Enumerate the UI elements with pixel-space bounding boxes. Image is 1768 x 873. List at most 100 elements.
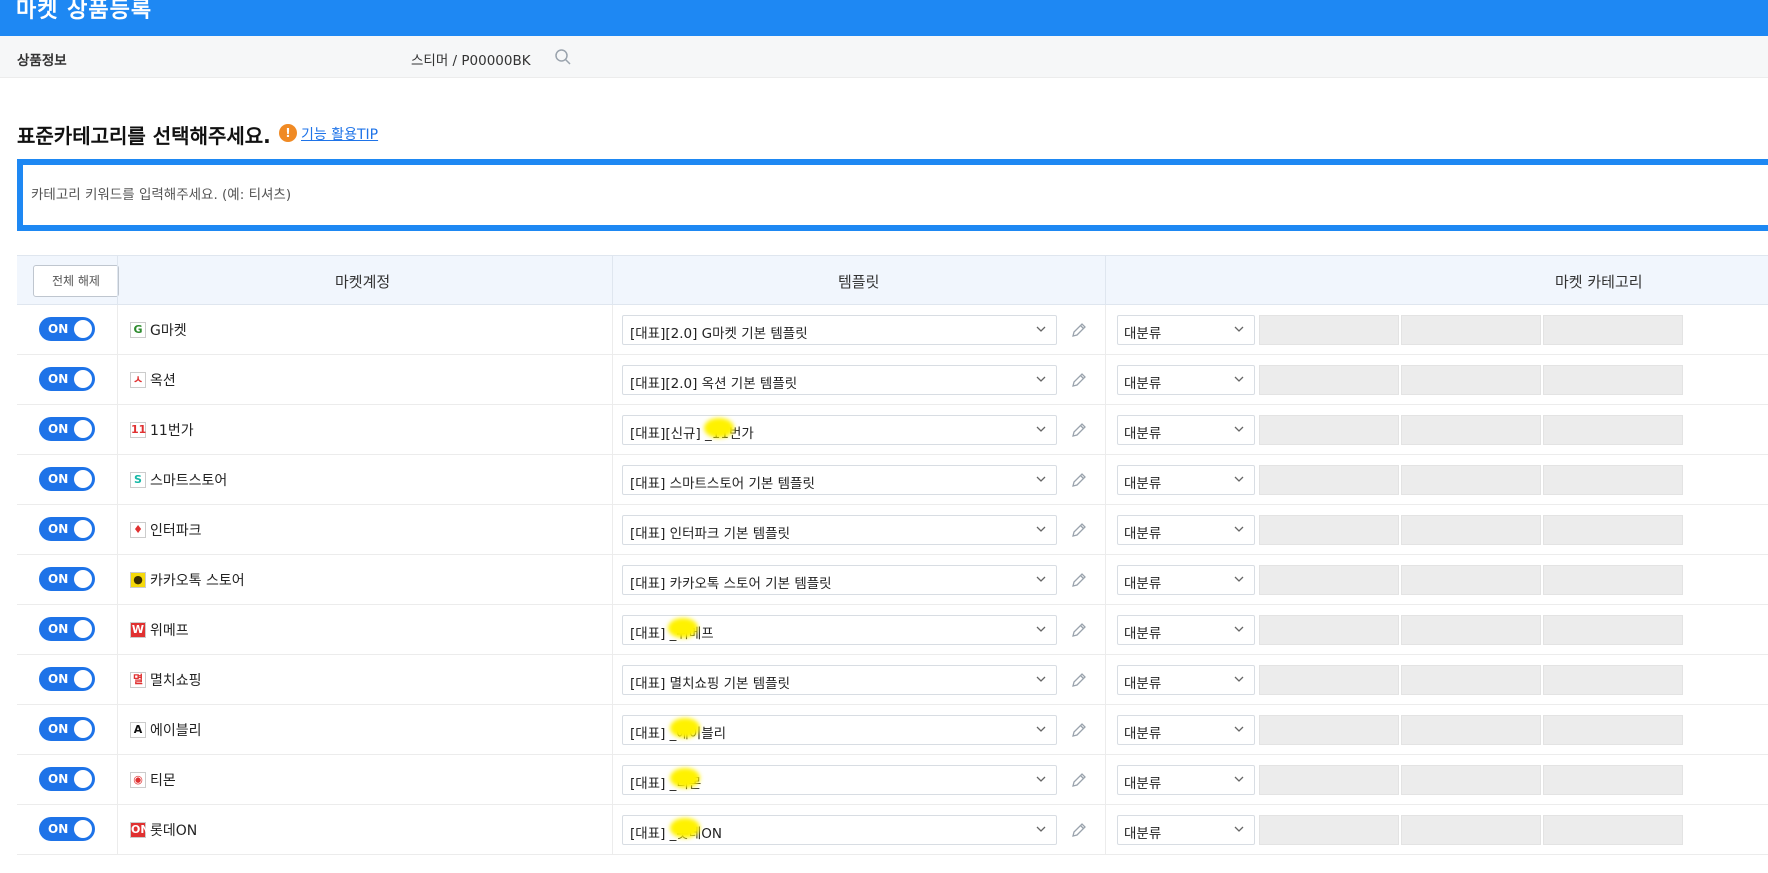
template-select[interactable]: [대표] _위메프 (622, 615, 1057, 645)
redaction-mark (670, 768, 700, 788)
pencil-icon[interactable] (1069, 320, 1089, 340)
market-logo-icon: W (130, 622, 146, 638)
template-select[interactable]: [대표][신규] _11번가 (622, 415, 1057, 445)
cell-divider (1105, 655, 1106, 705)
pencil-icon[interactable] (1069, 670, 1089, 690)
market-name: 옥션 (150, 373, 176, 389)
category-slot-disabled (1401, 415, 1541, 445)
market-toggle[interactable]: ON (39, 467, 95, 491)
template-select[interactable]: [대표] 스마트스토어 기본 템플릿 (622, 465, 1057, 495)
category-select-major[interactable]: 대분류 (1117, 415, 1255, 445)
pencil-icon[interactable] (1069, 470, 1089, 490)
category-select-major[interactable]: 대분류 (1117, 315, 1255, 345)
template-select[interactable]: [대표] 카카오톡 스토어 기본 템플릿 (622, 565, 1057, 595)
table-row: ON ♦ 인터파크 [대표] 인터파크 기본 템플릿 대분류 (17, 505, 1768, 555)
pencil-icon[interactable] (1069, 570, 1089, 590)
pencil-icon[interactable] (1069, 770, 1089, 790)
table-row: ON ● 카카오톡 스토어 [대표] 카카오톡 스토어 기본 템플릿 대분류 (17, 555, 1768, 605)
category-slot-disabled (1401, 515, 1541, 545)
market-toggle[interactable]: ON (39, 317, 95, 341)
pencil-icon[interactable] (1069, 420, 1089, 440)
market-toggle[interactable]: ON (39, 567, 95, 591)
market-toggle[interactable]: ON (39, 717, 95, 741)
table-header: 전체 해제 마켓계정 템플릿 마켓 카테고리 (17, 255, 1768, 306)
category-select-value: 대분류 (1124, 726, 1162, 742)
template-select[interactable]: [대표][2.0] 옥션 기본 템플릿 (622, 365, 1057, 395)
unselect-all-button[interactable]: 전체 해제 (33, 265, 119, 297)
category-select-value: 대분류 (1124, 576, 1162, 592)
pencil-icon[interactable] (1069, 620, 1089, 640)
category-select-major[interactable]: 대분류 (1117, 615, 1255, 645)
market-name: 에이블리 (150, 723, 202, 739)
market-name: 카카오톡 스토어 (150, 573, 245, 589)
category-slot-disabled (1401, 715, 1541, 745)
category-select-value: 대분류 (1124, 426, 1162, 442)
market-toggle[interactable]: ON (39, 767, 95, 791)
chevron-down-icon (1234, 526, 1244, 532)
cell-divider (117, 455, 118, 505)
template-select[interactable]: [대표] _에이블리 (622, 715, 1057, 745)
market-toggle[interactable]: ON (39, 517, 95, 541)
category-select-value: 대분류 (1124, 376, 1162, 392)
category-slot-disabled (1259, 365, 1399, 395)
category-slot-disabled (1543, 365, 1683, 395)
category-select-major[interactable]: 대분류 (1117, 765, 1255, 795)
market-toggle[interactable]: ON (39, 617, 95, 641)
toggle-knob (74, 620, 92, 638)
market-toggle[interactable]: ON (39, 667, 95, 691)
category-select-major[interactable]: 대분류 (1117, 815, 1255, 845)
product-info-bar: 상품정보 스티머 / P00000BK (0, 36, 1768, 78)
market-logo-icon: G (130, 322, 146, 338)
market-logo-icon: ㅅ (130, 372, 146, 388)
category-slot-disabled (1259, 515, 1399, 545)
toggle-knob (74, 420, 92, 438)
cell-divider (1105, 755, 1106, 805)
category-slot-disabled (1259, 565, 1399, 595)
template-select-value: [대표] 카카오톡 스토어 기본 템플릿 (630, 576, 832, 592)
category-select-value: 대분류 (1124, 826, 1162, 842)
category-select-value: 대분류 (1124, 676, 1162, 692)
market-toggle[interactable]: ON (39, 417, 95, 441)
category-select-major[interactable]: 대분류 (1117, 515, 1255, 545)
template-select[interactable]: [대표][2.0] G마켓 기본 템플릿 (622, 315, 1057, 345)
template-select[interactable]: [대표] 인터파크 기본 템플릿 (622, 515, 1057, 545)
category-slot-disabled (1259, 765, 1399, 795)
template-select[interactable]: [대표] 멸치쇼핑 기본 템플릿 (622, 665, 1057, 695)
category-slot-disabled (1543, 815, 1683, 845)
cell-divider (612, 605, 613, 655)
market-toggle[interactable]: ON (39, 367, 95, 391)
cell-divider (1105, 555, 1106, 605)
category-select-major[interactable]: 대분류 (1117, 565, 1255, 595)
category-select-major[interactable]: 대분류 (1117, 665, 1255, 695)
template-select[interactable]: [대표] _티몬 (622, 765, 1057, 795)
pencil-icon[interactable] (1069, 720, 1089, 740)
pencil-icon[interactable] (1069, 370, 1089, 390)
market-toggle[interactable]: ON (39, 817, 95, 841)
cell-divider (1105, 455, 1106, 505)
toggle-knob (74, 470, 92, 488)
tip-link[interactable]: 기능 활용TIP (301, 124, 378, 144)
cell-divider (117, 405, 118, 455)
market-name: 인터파크 (150, 523, 202, 539)
category-keyword-box (17, 159, 1768, 231)
cell-divider (117, 655, 118, 705)
category-select-major[interactable]: 대분류 (1117, 715, 1255, 745)
chevron-down-icon (1234, 426, 1244, 432)
table-row: ON ㅅ 옥션 [대표][2.0] 옥션 기본 템플릿 대분류 (17, 355, 1768, 405)
category-slot-disabled (1543, 615, 1683, 645)
pencil-icon[interactable] (1069, 820, 1089, 840)
cell-divider (1105, 305, 1106, 355)
search-icon[interactable] (553, 47, 573, 67)
page-title: 마켓 상품등록 (16, 0, 153, 23)
category-select-major[interactable]: 대분류 (1117, 365, 1255, 395)
category-slot-disabled (1543, 565, 1683, 595)
category-select-major[interactable]: 대분류 (1117, 465, 1255, 495)
pencil-icon[interactable] (1069, 520, 1089, 540)
redaction-mark (670, 718, 700, 738)
column-divider (117, 256, 118, 306)
chevron-down-icon (1234, 326, 1244, 332)
table-row: ON A 에이블리 [대표] _에이블리 대분류 (17, 705, 1768, 755)
category-keyword-input[interactable] (31, 183, 1231, 207)
template-select[interactable]: [대표] _롯데ON (622, 815, 1057, 845)
cell-divider (612, 305, 613, 355)
